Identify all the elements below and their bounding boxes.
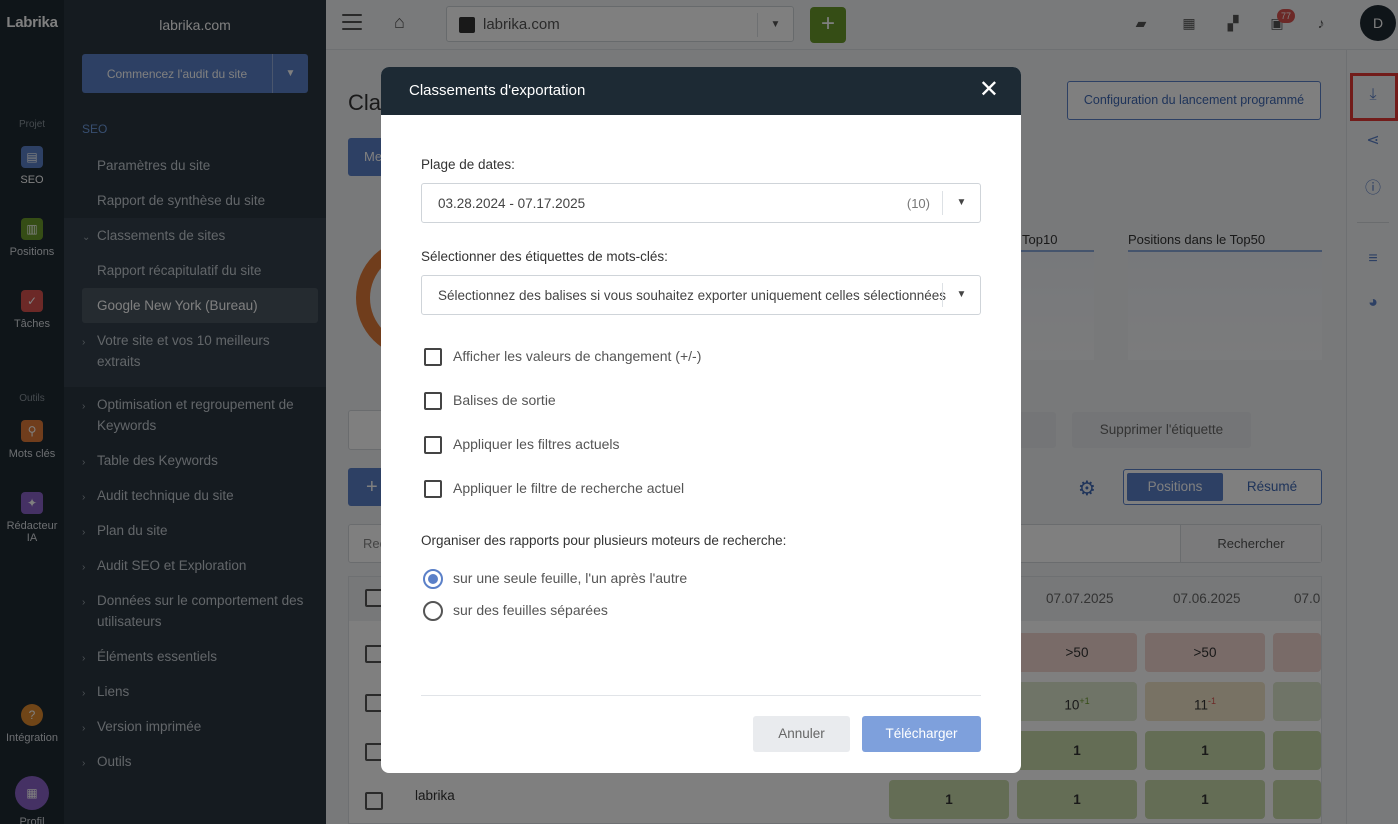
output-tags-checkbox[interactable] xyxy=(424,392,442,410)
modal-title: Classements d'exportation xyxy=(409,82,586,99)
current-filters-label[interactable]: Appliquer les filtres actuels xyxy=(453,436,620,452)
change-values-label[interactable]: Afficher les valeurs de changement (+/-) xyxy=(453,348,701,364)
tags-placeholder: Sélectionnez des balises si vous souhait… xyxy=(438,288,946,303)
date-range-label: Plage de dates: xyxy=(421,157,515,172)
tags-select[interactable]: Sélectionnez des balises si vous souhait… xyxy=(421,275,981,315)
close-icon[interactable]: ✕ xyxy=(979,77,999,103)
search-filter-checkbox[interactable] xyxy=(424,480,442,498)
single-sheet-radio[interactable] xyxy=(423,569,443,589)
output-tags-label[interactable]: Balises de sortie xyxy=(453,392,556,408)
tags-label: Sélectionner des étiquettes de mots-clés… xyxy=(421,249,668,264)
separate-sheets-radio[interactable] xyxy=(423,601,443,621)
date-range-value: 03.28.2024 - 07.17.2025 xyxy=(438,196,586,211)
date-range-select[interactable]: 03.28.2024 - 07.17.2025 (10) ▼ xyxy=(421,183,981,223)
separate-sheets-label[interactable]: sur des feuilles séparées xyxy=(453,602,608,618)
engines-label: Organiser des rapports pour plusieurs mo… xyxy=(421,533,787,548)
chevron-down-icon[interactable]: ▼ xyxy=(942,283,980,307)
divider xyxy=(421,695,981,696)
cancel-button[interactable]: Annuler xyxy=(753,716,850,752)
date-range-count: (10) xyxy=(906,196,930,211)
search-filter-label[interactable]: Appliquer le filtre de recherche actuel xyxy=(453,480,684,496)
modal-header: Classements d'exportation ✕ xyxy=(381,67,1021,115)
download-button[interactable]: Télécharger xyxy=(862,716,981,752)
export-modal: Classements d'exportation ✕ Plage de dat… xyxy=(381,67,1021,773)
chevron-down-icon[interactable]: ▼ xyxy=(942,191,980,215)
single-sheet-label[interactable]: sur une seule feuille, l'un après l'autr… xyxy=(453,570,687,586)
current-filters-checkbox[interactable] xyxy=(424,436,442,454)
change-values-checkbox[interactable] xyxy=(424,348,442,366)
